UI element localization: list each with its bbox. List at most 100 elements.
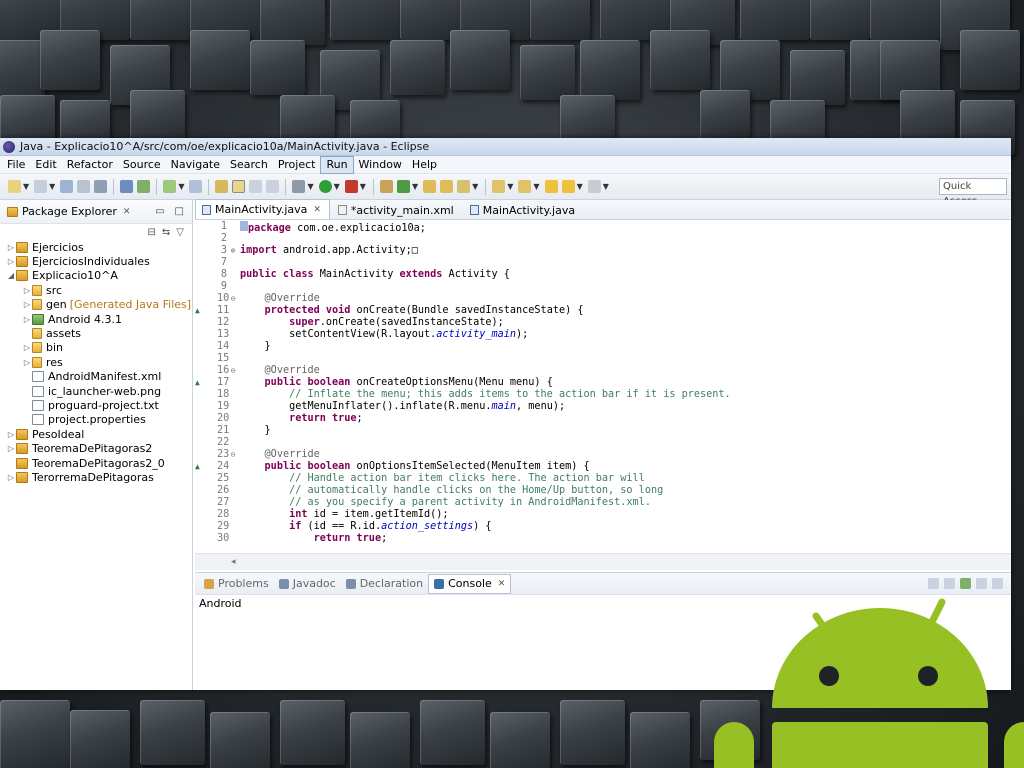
avd-manager-icon[interactable] [137,180,151,193]
tree-item[interactable]: ▷ TerorremaDePitagoras [0,470,192,484]
collapsed-arrow-icon[interactable]: ▷ [22,300,32,309]
tree-item[interactable]: ▷ gen [Generated Java Files] [0,298,192,312]
collapsed-arrow-icon[interactable]: ▷ [22,343,32,352]
menu-window[interactable]: Window [354,157,407,173]
code-line[interactable]: 3 ⊕ import android.app.Activity;□ [195,245,1011,257]
print-icon[interactable] [94,180,108,193]
tree-item[interactable]: proguard-project.txt [0,398,192,412]
code-line[interactable]: ▲ 17 public boolean onCreateOptionsMenu(M… [195,377,1011,389]
tab-problems[interactable]: Problems [199,574,274,594]
lint-icon[interactable] [189,180,203,193]
collapsed-arrow-icon[interactable]: ▷ [22,286,32,295]
next-annotation-icon[interactable] [492,180,506,193]
maximize-icon[interactable]: □ [175,206,184,217]
code-line[interactable]: 21 } [195,425,1011,437]
tree-item[interactable]: ▷ src [0,283,192,297]
tree-item[interactable]: ▷ bin [0,341,192,355]
code-line[interactable]: 15 [195,353,1011,365]
new-class-icon[interactable] [396,180,410,193]
tree-item[interactable]: ic_launcher-web.png [0,384,192,398]
code-line[interactable]: 28 int id = item.getItemId(); [195,509,1011,521]
forward-icon[interactable] [587,180,601,193]
menu-refactor[interactable]: Refactor [62,157,118,173]
code-line[interactable]: 2 [195,233,1011,245]
code-line[interactable]: ▲ 11 protected void onCreate(Bundle saved… [195,305,1011,317]
collapsed-arrow-icon[interactable]: ▷ [6,444,16,453]
highlight-icon[interactable] [232,180,246,193]
collapsed-arrow-icon[interactable]: ▷ [6,243,16,252]
minimize-icon[interactable] [992,578,1003,589]
collapse-all-icon[interactable]: ⊟ [148,227,156,238]
code-line[interactable]: 16 ⊖ @Override [195,365,1011,377]
minimize-icon[interactable]: ▭ [155,206,164,217]
show-whitespace-icon[interactable] [266,180,280,193]
menu-help[interactable]: Help [407,157,442,173]
code-line[interactable]: 10 ⊖ @Override [195,293,1011,305]
editor-tab[interactable]: *activity_main.xml [332,201,462,219]
view-menu-icon[interactable]: ▽ [176,227,184,238]
close-icon[interactable]: ✕ [123,207,131,217]
code-line[interactable]: 19 getMenuInflater().inflate(R.menu.main… [195,401,1011,413]
menu-edit[interactable]: Edit [30,157,61,173]
new-icon[interactable] [8,180,21,193]
tree-item[interactable]: ▷ res [0,355,192,369]
code-line[interactable]: 22 [195,437,1011,449]
last-edit-icon[interactable] [544,180,558,193]
new-java-project-icon[interactable] [379,180,393,193]
code-line[interactable]: ▲ 24 public boolean onOptionsItemSelected… [195,461,1011,473]
fold-toggle-icon[interactable]: ⊖ [228,449,238,461]
expanded-arrow-icon[interactable]: ◢ [6,271,16,280]
code-line[interactable]: 9 [195,281,1011,293]
menu-file[interactable]: File [2,157,30,173]
tree-item[interactable]: ◢ Explicacio10^A [0,269,192,283]
horizontal-scrollbar[interactable]: ◂ [195,553,1011,570]
run-icon[interactable] [318,180,332,193]
tab-javadoc[interactable]: Javadoc [274,574,341,594]
override-marker-icon[interactable]: ▲ [195,462,200,471]
close-icon[interactable]: ✕ [313,205,321,215]
save-icon[interactable] [60,180,74,193]
debug-icon[interactable] [292,180,306,193]
code-line[interactable]: 25 // Handle action bar item clicks here… [195,473,1011,485]
block-select-icon[interactable] [249,180,263,193]
tab-console[interactable]: Console ✕ [428,573,512,594]
checklist-icon[interactable] [163,180,177,193]
override-marker-icon[interactable]: ▲ [195,306,200,315]
open-type-icon[interactable] [423,180,437,193]
collapsed-arrow-icon[interactable]: ▷ [22,315,32,324]
tree-item[interactable]: AndroidManifest.xml [0,370,192,384]
code-line[interactable]: 14 } [195,341,1011,353]
fold-toggle-icon[interactable]: ⊕ [228,245,238,257]
code-line[interactable]: 23 ⊖ @Override [195,449,1011,461]
override-marker-icon[interactable]: ▲ [195,378,200,387]
menu-navigate[interactable]: Navigate [166,157,225,173]
open-task-icon[interactable] [440,180,454,193]
scroll-lock-icon[interactable] [944,578,955,589]
open-icon[interactable] [34,180,48,193]
menu-search[interactable]: Search [225,157,273,173]
code-line[interactable]: 20 return true; [195,413,1011,425]
code-line[interactable]: 30 return true; [195,533,1011,545]
close-icon[interactable]: ✕ [498,579,506,589]
menu-run[interactable]: Run [320,155,354,174]
search-icon[interactable] [457,180,471,193]
menu-project[interactable]: Project [273,157,321,173]
clear-console-icon[interactable] [928,578,939,589]
code-line[interactable]: 13 setContentView(R.layout.activity_main… [195,329,1011,341]
editor-tab[interactable]: MainActivity.java ✕ [195,199,330,219]
code-line[interactable]: 8 public class MainActivity extends Activ… [195,269,1011,281]
back-icon[interactable] [561,180,575,193]
menu-source[interactable]: Source [118,157,166,173]
tab-declaration[interactable]: Declaration [341,574,428,594]
collapsed-arrow-icon[interactable]: ▷ [6,257,16,266]
code-line[interactable]: 27 // as you specify a parent activity i… [195,497,1011,509]
tree-item[interactable]: assets [0,326,192,340]
fold-toggle-icon[interactable]: ⊖ [228,293,238,305]
pin-console-icon[interactable] [960,578,971,589]
code-line[interactable]: 12 super.onCreate(savedInstanceState); [195,317,1011,329]
tree-item[interactable]: project.properties [0,413,192,427]
collapsed-arrow-icon[interactable]: ▷ [22,358,32,367]
code-line[interactable]: 26 // automatically handle clicks on the… [195,485,1011,497]
collapsed-arrow-icon[interactable]: ▷ [6,473,16,482]
mark-occurrences-icon[interactable] [215,180,229,193]
